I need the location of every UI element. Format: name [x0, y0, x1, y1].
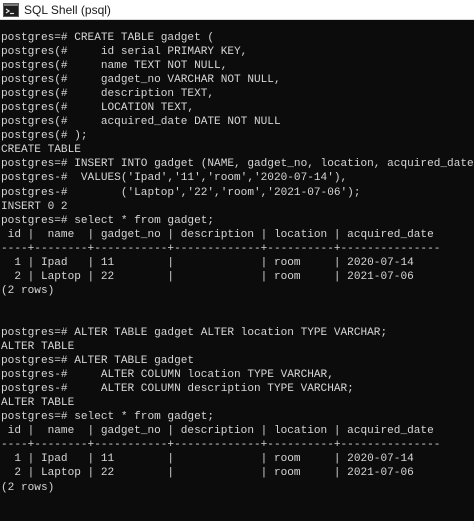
console-line: postgres(# id serial PRIMARY KEY, — [1, 46, 248, 59]
console-line: postgres=# ALTER TABLE gadget ALTER loca… — [1, 326, 388, 339]
psql-window: SQL Shell (psql) postgres=# CREATE TABLE… — [0, 0, 474, 521]
console-line: CREATE TABLE — [1, 144, 81, 157]
console-line: INSERT 0 2 — [1, 200, 68, 213]
console-line: postgres(# LOCATION TEXT, — [1, 102, 195, 115]
console-line: postgres-# ('Laptop','22','room','2021-0… — [1, 186, 361, 199]
console-line: ALTER TABLE — [1, 397, 75, 410]
console-output[interactable]: postgres=# CREATE TABLE gadget ( postgres… — [1, 31, 474, 521]
console-line: postgres=# CREATE TABLE gadget ( — [1, 32, 215, 44]
console-line: ----+--------+-----------+-------------+… — [1, 439, 441, 452]
console-line: (2 rows) — [1, 481, 55, 494]
terminal-icon — [3, 2, 19, 17]
console-line: postgres(# description TEXT, — [1, 88, 215, 101]
console-line: ----+--------+-----------+-------------+… — [1, 242, 441, 255]
console-line: postgres=# ALTER TABLE gadget — [1, 355, 195, 368]
console-line: (2 rows) — [1, 284, 55, 297]
console-line: postgres(# acquired_date DATE NOT NULL — [1, 116, 281, 129]
console-line: id | name | gadget_no | description | lo… — [1, 425, 434, 438]
title-bar[interactable]: SQL Shell (psql) — [0, 0, 474, 20]
console-line: postgres(# name TEXT NOT NULL, — [1, 60, 228, 73]
console-line: id | name | gadget_no | description | lo… — [1, 228, 434, 241]
console-line: 2 | Laptop | 22 | | room | 2021-07-06 — [1, 270, 414, 283]
console-line: postgres-# ALTER COLUMN location TYPE VA… — [1, 369, 334, 382]
console-line: ALTER TABLE — [1, 341, 75, 354]
console-line: postgres=# select * from gadget; — [1, 214, 215, 227]
console-line: postgres(# ); — [1, 130, 88, 143]
console-line: postgres=# select * from gadget; — [1, 411, 215, 424]
console-line: postgres=# INSERT INTO gadget (NAME, gad… — [1, 158, 474, 171]
window-title: SQL Shell (psql) — [24, 2, 111, 17]
console-line: postgres-# ALTER COLUMN description TYPE… — [1, 383, 354, 396]
console-line: 1 | Ipad | 11 | | room | 2020-07-14 — [1, 453, 414, 466]
console-line: 2 | Laptop | 22 | | room | 2021-07-06 — [1, 467, 414, 480]
console-line: postgres(# gadget_no VARCHAR NOT NULL, — [1, 74, 281, 87]
console-line: postgres-# VALUES('Ipad','11','room','20… — [1, 172, 348, 185]
console-line: 1 | Ipad | 11 | | room | 2020-07-14 — [1, 256, 414, 269]
